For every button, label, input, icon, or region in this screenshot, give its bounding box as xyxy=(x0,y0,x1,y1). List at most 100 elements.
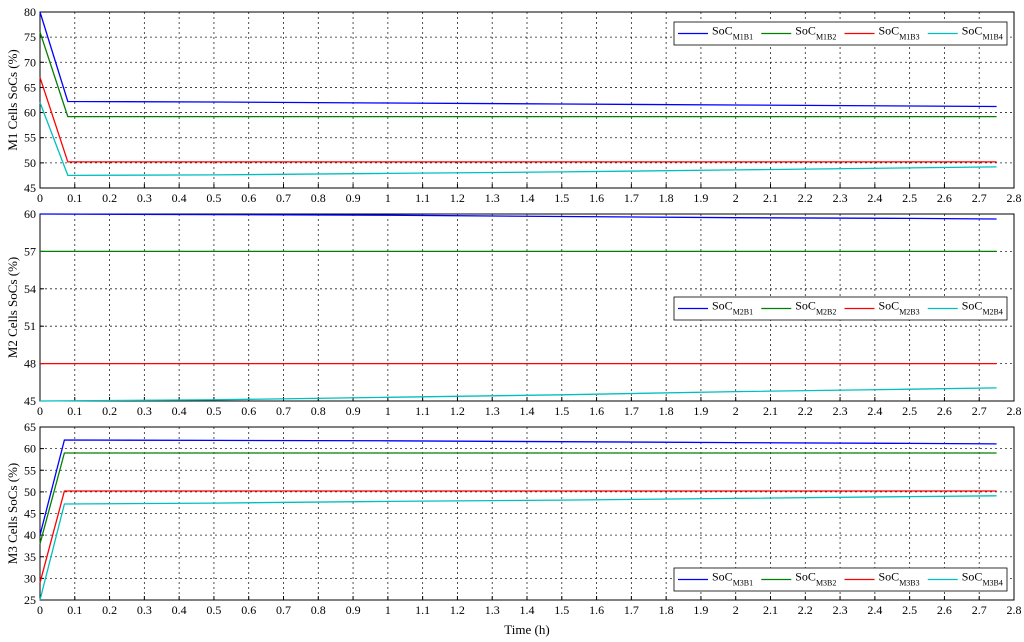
x-tick-label: 1.4 xyxy=(520,191,535,205)
x-tick-label: 0.1 xyxy=(67,603,82,617)
x-tick-label: 2.4 xyxy=(867,191,882,205)
x-tick-label: 0.9 xyxy=(346,191,361,205)
y-tick-label: 75 xyxy=(24,30,36,44)
x-tick-label: 2.8 xyxy=(1007,191,1022,205)
x-tick-label: 0.5 xyxy=(206,191,221,205)
x-tick-label: 1.1 xyxy=(415,603,430,617)
x-tick-label: 2.7 xyxy=(972,603,987,617)
x-tick-label: 1.3 xyxy=(485,404,500,418)
x-tick-label: 0.6 xyxy=(241,404,256,418)
x-tick-label: 2 xyxy=(733,603,739,617)
x-tick-label: 2.3 xyxy=(833,191,848,205)
x-tick-label: 1.4 xyxy=(520,603,535,617)
x-tick-label: 1.6 xyxy=(589,404,604,418)
x-tick-label: 2.1 xyxy=(763,191,778,205)
y-axis-label: M2 Cells SoCs (%) xyxy=(5,257,20,358)
x-tick-label: 2.8 xyxy=(1007,404,1022,418)
x-tick-label: 1.9 xyxy=(693,404,708,418)
x-tick-label: 1.2 xyxy=(450,603,465,617)
y-tick-label: 45 xyxy=(24,394,36,408)
x-tick-label: 0 xyxy=(37,191,43,205)
x-tick-label: 0.8 xyxy=(311,603,326,617)
x-tick-label: 1.8 xyxy=(659,191,674,205)
y-tick-label: 60 xyxy=(24,207,36,221)
x-tick-label: 0.7 xyxy=(276,191,291,205)
x-tick-label: 2 xyxy=(733,191,739,205)
x-tick-label: 1.5 xyxy=(554,603,569,617)
x-tick-label: 2.1 xyxy=(763,404,778,418)
x-tick-label: 2.4 xyxy=(867,603,882,617)
x-tick-label: 2.2 xyxy=(798,603,813,617)
x-tick-label: 1.1 xyxy=(415,404,430,418)
x-tick-label: 0 xyxy=(37,404,43,418)
legend: SoCM2B1 SoCM2B2 SoCM2B3 SoCM2B4 xyxy=(673,296,1008,321)
x-tick-label: 2.2 xyxy=(798,191,813,205)
y-tick-label: 54 xyxy=(24,282,36,296)
x-tick-label: 1.7 xyxy=(624,603,639,617)
x-tick-label: 1.4 xyxy=(520,404,535,418)
x-tick-label: 2.1 xyxy=(763,603,778,617)
x-tick-label: 2.5 xyxy=(902,404,917,418)
y-tick-label: 45 xyxy=(24,507,36,521)
x-tick-label: 1 xyxy=(385,191,391,205)
x-tick-label: 1.5 xyxy=(554,191,569,205)
x-tick-label: 0.7 xyxy=(276,603,291,617)
legend: SoCM1B1 SoCM1B2 SoCM1B3 SoCM1B4 xyxy=(673,21,1008,46)
x-tick-label: 0.7 xyxy=(276,404,291,418)
y-tick-label: 50 xyxy=(24,485,36,499)
y-tick-label: 55 xyxy=(24,131,36,145)
x-tick-label: 2.6 xyxy=(937,404,952,418)
x-tick-label: 0.1 xyxy=(67,404,82,418)
x-tick-label: 1.7 xyxy=(624,191,639,205)
x-tick-label: 0.2 xyxy=(102,404,117,418)
x-tick-label: 1.6 xyxy=(589,191,604,205)
x-tick-label: 1.3 xyxy=(485,191,500,205)
x-tick-label: 1.3 xyxy=(485,603,500,617)
y-tick-label: 57 xyxy=(24,244,36,258)
x-tick-label: 2.5 xyxy=(902,603,917,617)
y-tick-label: 51 xyxy=(24,319,36,333)
x-tick-label: 2.3 xyxy=(833,603,848,617)
x-tick-label: 0.9 xyxy=(346,603,361,617)
x-tick-label: 0.9 xyxy=(346,404,361,418)
x-tick-label: 2 xyxy=(733,404,739,418)
x-tick-label: 0.4 xyxy=(172,603,187,617)
x-tick-label: 0.2 xyxy=(102,603,117,617)
y-tick-label: 70 xyxy=(24,55,36,69)
x-tick-label: 0.2 xyxy=(102,191,117,205)
y-tick-label: 60 xyxy=(24,442,36,456)
x-tick-label: 1.8 xyxy=(659,603,674,617)
x-tick-label: 0.5 xyxy=(206,404,221,418)
x-tick-label: 2.6 xyxy=(937,603,952,617)
x-tick-label: 0.6 xyxy=(241,603,256,617)
legend: SoCM3B1 SoCM3B2 SoCM3B3 SoCM3B4 xyxy=(673,567,1008,592)
x-tick-label: 1.8 xyxy=(659,404,674,418)
y-tick-label: 60 xyxy=(24,106,36,120)
x-tick-label: 1.7 xyxy=(624,404,639,418)
y-axis-label: M1 Cells SoCs (%) xyxy=(5,49,20,150)
x-tick-label: 1.5 xyxy=(554,404,569,418)
y-axis-label: M3 Cells SoCs (%) xyxy=(5,463,20,564)
x-tick-label: 2.4 xyxy=(867,404,882,418)
x-tick-label: 0.8 xyxy=(311,404,326,418)
x-tick-label: 0.5 xyxy=(206,603,221,617)
x-tick-label: 0.6 xyxy=(241,191,256,205)
x-tick-label: 1.9 xyxy=(693,603,708,617)
y-tick-label: 50 xyxy=(24,156,36,170)
x-axis-label: Time (h) xyxy=(504,622,549,637)
x-tick-label: 1.2 xyxy=(450,191,465,205)
x-tick-label: 0.4 xyxy=(172,404,187,418)
x-tick-label: 2.7 xyxy=(972,404,987,418)
chart-panel-3: 0 0.1 0.2 0.3 0.4 0.5 0.6 0.7 0.8 0.9 1 1.1 1.2 1.3 1.… xyxy=(5,420,1022,637)
x-tick-label: 0.3 xyxy=(137,404,152,418)
x-tick-label: 2.8 xyxy=(1007,603,1022,617)
y-tick-label: 65 xyxy=(24,80,36,94)
x-tick-label: 1.1 xyxy=(415,191,430,205)
y-tick-label: 80 xyxy=(24,5,36,19)
x-tick-label: 2.6 xyxy=(937,191,952,205)
chart-panel-1: 0 0.1 0.2 0.3 0.4 0.5 0.6 0.7 0.8 0.9 1 1.1 1.2 1.3 1.… xyxy=(5,5,1022,205)
x-tick-label: 2.5 xyxy=(902,191,917,205)
y-tick-label: 48 xyxy=(24,357,36,371)
x-tick-label: 1 xyxy=(385,603,391,617)
x-tick-label: 1.9 xyxy=(693,191,708,205)
